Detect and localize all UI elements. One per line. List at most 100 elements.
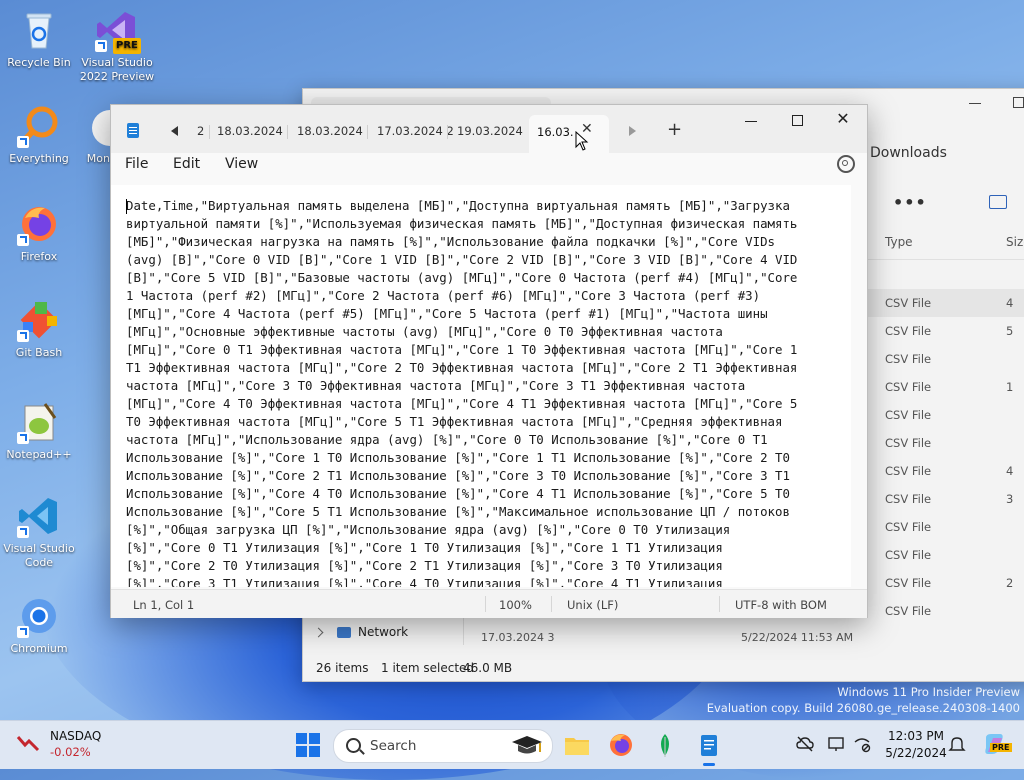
table-row[interactable]: CSV File: [868, 513, 1024, 541]
text-line: (avg) [В]","Core 0 VID [В]","Core 1 VID …: [126, 252, 798, 267]
notepad-window[interactable]: 2 18.03.2024 18.03.2024 17.03.2024 2 19.…: [110, 104, 868, 618]
file-size-cell: 5: [1006, 324, 1014, 338]
desktop-icon-visual-studio-2022-preview[interactable]: PRE Visual Studio 2022 Preview: [78, 8, 156, 84]
scroll-tabs-left-icon[interactable]: [171, 126, 178, 136]
notification-bell-icon[interactable]: [948, 735, 966, 753]
explorer-minimize-button[interactable]: [969, 103, 981, 104]
file-type-cell: CSV File: [885, 548, 932, 562]
minimize-button[interactable]: [741, 113, 761, 129]
display-icon[interactable]: [827, 735, 845, 753]
text-line: виртуальной памяти [%]","Используемая фи…: [126, 216, 798, 231]
table-row[interactable]: CSV File: [868, 541, 1024, 569]
watermark-line-1: Windows 11 Pro Insider Preview: [837, 685, 1020, 699]
file-size-cell: 2: [1006, 576, 1014, 590]
tab-5[interactable]: 19.03.2024: [457, 121, 523, 145]
desktop-icon-label: Mon: [86, 152, 110, 165]
table-row[interactable]: CSV File: [868, 597, 1024, 625]
shortcut-arrow-icon: [17, 626, 29, 638]
notepad-icon: [701, 735, 717, 756]
status-zoom[interactable]: 100%: [499, 598, 532, 612]
table-row[interactable]: CSV File 2: [868, 569, 1024, 597]
file-type-cell: CSV File: [885, 436, 932, 450]
menu-file[interactable]: File: [125, 156, 148, 172]
mouse-cursor-icon: [575, 131, 589, 151]
menu-view[interactable]: View: [225, 156, 258, 172]
file-type-cell: CSV File: [885, 492, 932, 506]
stock-name[interactable]: NASDAQ: [50, 729, 101, 743]
notepad-taskbar-button[interactable]: [695, 731, 723, 766]
explorer-maximize-button[interactable]: [1013, 97, 1024, 108]
copilot-icon[interactable]: PRE: [982, 732, 1012, 756]
table-row[interactable]: CSV File 1: [868, 373, 1024, 401]
search-label: Search: [370, 738, 417, 754]
desktop-icon-label: Firefox: [20, 250, 58, 263]
tab-4[interactable]: 17.03.2024 2: [377, 121, 454, 145]
table-row[interactable]: CSV File 3: [868, 485, 1024, 513]
desktop-icon-label: Chromium: [10, 642, 68, 655]
file-size-cell: 4: [1006, 464, 1014, 478]
file-type-cell: CSV File: [885, 296, 932, 310]
stock-change: -0.02%: [50, 745, 91, 759]
tab-3[interactable]: 18.03.2024: [297, 121, 363, 145]
column-type-header[interactable]: Type: [885, 235, 913, 249]
explorer-location[interactable]: Downloads: [870, 145, 947, 161]
table-row[interactable]: CSV File: [868, 401, 1024, 429]
cloud-offline-icon[interactable]: [796, 735, 814, 753]
desktop-icon-git-bash[interactable]: Git Bash: [0, 298, 78, 360]
file-date: 5/22/2024 11:53 AM: [741, 631, 854, 644]
network-icon: [337, 627, 351, 638]
menu-edit[interactable]: Edit: [173, 156, 200, 172]
table-row[interactable]: CSV File: [868, 345, 1024, 373]
settings-gear-icon[interactable]: [837, 155, 855, 173]
table-row[interactable]: CSV File 4: [868, 457, 1024, 485]
list-item[interactable]: 17.03.2024 3 5/22/2024 11:53 AM: [481, 631, 853, 644]
desktop-icon-visual-studio-code[interactable]: Visual Studio Code: [0, 494, 78, 570]
tab-1[interactable]: 2: [197, 121, 204, 145]
mongodb-taskbar-button[interactable]: [651, 731, 679, 759]
text-editor[interactable]: Date,Time,"Виртуальная память выделена […: [111, 185, 851, 587]
desktop-icon-chromium[interactable]: Chromium: [0, 594, 78, 656]
column-size-header[interactable]: Size: [1006, 235, 1024, 249]
new-tab-button[interactable]: +: [667, 119, 682, 140]
desktop-icon-firefox[interactable]: Firefox: [0, 202, 78, 264]
taskbar-search[interactable]: Search: [333, 729, 553, 763]
firefox-icon: [610, 734, 632, 756]
desktop-icon-recycle-bin[interactable]: Recycle Bin: [0, 8, 78, 70]
recycle-bin-icon: [17, 8, 61, 52]
more-options-icon[interactable]: •••: [893, 193, 927, 212]
details-pane-icon[interactable]: [989, 195, 1007, 209]
clock-date[interactable]: 5/22/2024: [883, 746, 949, 760]
vscode-icon: [17, 494, 61, 538]
windows-logo-icon: [296, 733, 307, 744]
close-window-button[interactable]: ✕: [833, 109, 853, 128]
file-size-cell: 1: [1006, 380, 1014, 394]
windows-logo-icon: [309, 746, 320, 757]
tab-bar: 2 18.03.2024 18.03.2024 17.03.2024 2 19.…: [111, 105, 867, 153]
chevron-right-icon[interactable]: [313, 627, 324, 638]
status-encoding[interactable]: UTF-8 with BOM: [735, 598, 827, 612]
clock-time[interactable]: 12:03 PM: [888, 729, 944, 743]
table-row[interactable]: CSV File 5: [868, 317, 1024, 345]
table-row[interactable]: CSV File: [868, 429, 1024, 457]
text-line: [%]","Общая загрузка ЦП [%]","Использова…: [126, 522, 731, 537]
desktop-icon-notepad-plus-plus[interactable]: Notepad++: [0, 400, 78, 462]
maximize-button[interactable]: [787, 113, 807, 129]
leaf-icon: [661, 734, 669, 757]
file-explorer-taskbar-button[interactable]: [563, 731, 591, 759]
nav-network[interactable]: Network: [358, 625, 408, 639]
file-size-cell: 4: [1006, 296, 1014, 310]
scroll-tabs-right-icon[interactable]: [629, 126, 636, 136]
tab-2[interactable]: 18.03.2024: [217, 121, 283, 145]
monitor-app-icon: [66, 104, 110, 148]
text-line: частота [МГц]","Core 3 T0 Эффективная ча…: [126, 378, 746, 393]
firefox-taskbar-button[interactable]: [607, 731, 635, 759]
stock-widget-icon[interactable]: [16, 733, 40, 753]
network-status-icon[interactable]: [853, 735, 871, 753]
start-button[interactable]: [296, 733, 320, 757]
table-row[interactable]: CSV File 4: [868, 289, 1024, 317]
status-line-ending[interactable]: Unix (LF): [567, 598, 618, 612]
status-size: 46.0 MB: [463, 661, 513, 675]
tab-active[interactable]: 16.03. ✕: [529, 115, 609, 153]
tab-separator: [287, 125, 288, 139]
desktop-icon-mon[interactable]: Mon: [62, 104, 110, 166]
